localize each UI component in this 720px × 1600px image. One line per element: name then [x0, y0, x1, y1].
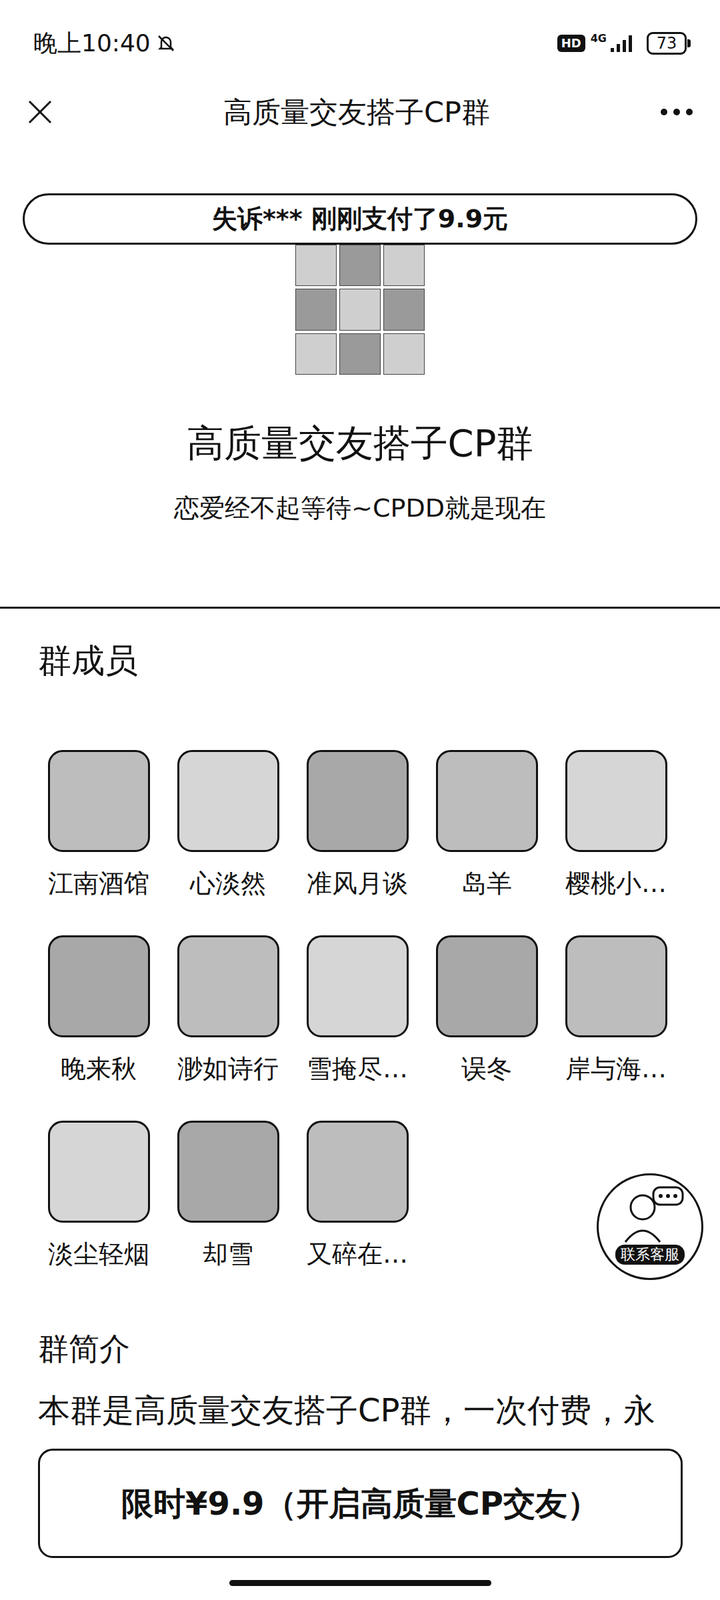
member-item[interactable]: 却雪: [163, 1120, 293, 1271]
member-item[interactable]: 樱桃小…: [551, 750, 681, 900]
member-name: 岸与海…: [551, 1052, 681, 1086]
member-item[interactable]: 误冬: [422, 935, 552, 1086]
member-item[interactable]: 晚来秋: [34, 935, 164, 1086]
member-name: 江南酒馆: [34, 866, 164, 900]
group-avatar-photo: [383, 288, 425, 330]
signal-icon: [609, 33, 636, 54]
member-avatar[interactable]: [48, 1120, 150, 1223]
title-bar: 高质量交友搭子CP群: [0, 86, 720, 138]
member-item[interactable]: 准风月谈: [292, 750, 422, 900]
member-name: 准风月谈: [292, 866, 422, 900]
group-name: 高质量交友搭子CP群: [0, 420, 720, 467]
member-name: 樱桃小…: [551, 866, 681, 900]
page-title: 高质量交友搭子CP群: [223, 93, 490, 131]
home-indicator[interactable]: [229, 1580, 492, 1586]
network-type: 4G: [590, 33, 607, 44]
member-avatar[interactable]: [177, 750, 280, 852]
group-avatar: [295, 244, 426, 375]
group-avatar-photo: [383, 333, 425, 375]
support-button[interactable]: 联系客服: [596, 1173, 704, 1280]
intro-text: 本群是高质量交友搭子CP群，一次付费，永: [0, 1389, 720, 1431]
status-bar: 晚上10:40 HD 4G 73: [0, 0, 720, 87]
member-item[interactable]: 岛羊: [422, 750, 552, 900]
group-avatar-photo: [295, 244, 337, 286]
status-left: 晚上10:40: [33, 28, 176, 58]
member-avatar[interactable]: [306, 935, 409, 1038]
status-time: 晚上10:40: [33, 28, 151, 58]
pay-button[interactable]: 限时¥9.9（开启高质量CP交友）: [38, 1448, 683, 1558]
ticker-text: 失诉*** 刚刚支付了9.9元: [212, 200, 508, 238]
section-divider: [0, 606, 720, 609]
member-name: 却雪: [163, 1237, 293, 1271]
pay-button-label: 限时¥9.9（开启高质量CP交友）: [121, 1479, 600, 1528]
member-item[interactable]: 雪掩尽…: [292, 935, 422, 1086]
member-name: 雪掩尽…: [292, 1052, 422, 1086]
member-item[interactable]: 又碎在…: [292, 1120, 422, 1271]
battery-indicator: 73: [646, 32, 687, 55]
member-name: 又碎在…: [292, 1237, 422, 1271]
member-avatar[interactable]: [177, 1120, 280, 1223]
group-avatar-photo: [295, 288, 337, 330]
support-label: 联系客服: [615, 1244, 685, 1265]
member-avatar[interactable]: [565, 750, 668, 852]
member-avatar[interactable]: [306, 750, 409, 852]
member-avatar[interactable]: [436, 750, 538, 852]
status-right: HD 4G 73: [557, 32, 687, 55]
member-name: 淡尘轻烟: [34, 1237, 164, 1271]
member-avatar[interactable]: [48, 935, 150, 1038]
member-name: 渺如诗行: [163, 1052, 293, 1086]
member-item[interactable]: 江南酒馆: [34, 750, 164, 900]
member-name: 晚来秋: [34, 1052, 164, 1086]
member-avatar[interactable]: [565, 935, 668, 1038]
member-item[interactable]: 心淡然: [163, 750, 293, 900]
group-slogan: 恋爱经不起等待~CPDD就是现在: [0, 490, 720, 526]
hd-badge: HD: [557, 34, 586, 52]
member-name: 岛羊: [422, 866, 552, 900]
member-name: 误冬: [422, 1052, 552, 1086]
group-avatar-photo: [295, 333, 337, 375]
member-avatar[interactable]: [48, 750, 150, 852]
group-avatar-photo: [339, 333, 381, 375]
member-item[interactable]: 淡尘轻烟: [34, 1120, 164, 1271]
intro-title: 群简介: [0, 1328, 720, 1369]
member-avatar[interactable]: [436, 935, 538, 1038]
members-title: 群成员: [0, 639, 720, 682]
group-avatar-photo: [339, 244, 381, 286]
app-screen: 晚上10:40HD4G73高质量交友搭子CP群失诉*** 刚刚支付了9.9元高质…: [0, 0, 720, 1431]
member-item[interactable]: 渺如诗行: [163, 935, 293, 1086]
group-avatar-photo: [339, 288, 381, 330]
more-icon[interactable]: [660, 108, 694, 116]
group-avatar-photo: [383, 244, 425, 286]
payment-ticker: 失诉*** 刚刚支付了9.9元: [22, 193, 698, 245]
member-avatar[interactable]: [306, 1120, 409, 1223]
member-avatar[interactable]: [177, 935, 280, 1038]
network-indicator: 4G: [590, 33, 636, 54]
close-icon[interactable]: [26, 98, 54, 126]
member-item[interactable]: 岸与海…: [551, 935, 681, 1086]
mute-icon: [156, 33, 176, 54]
member-name: 心淡然: [163, 866, 293, 900]
